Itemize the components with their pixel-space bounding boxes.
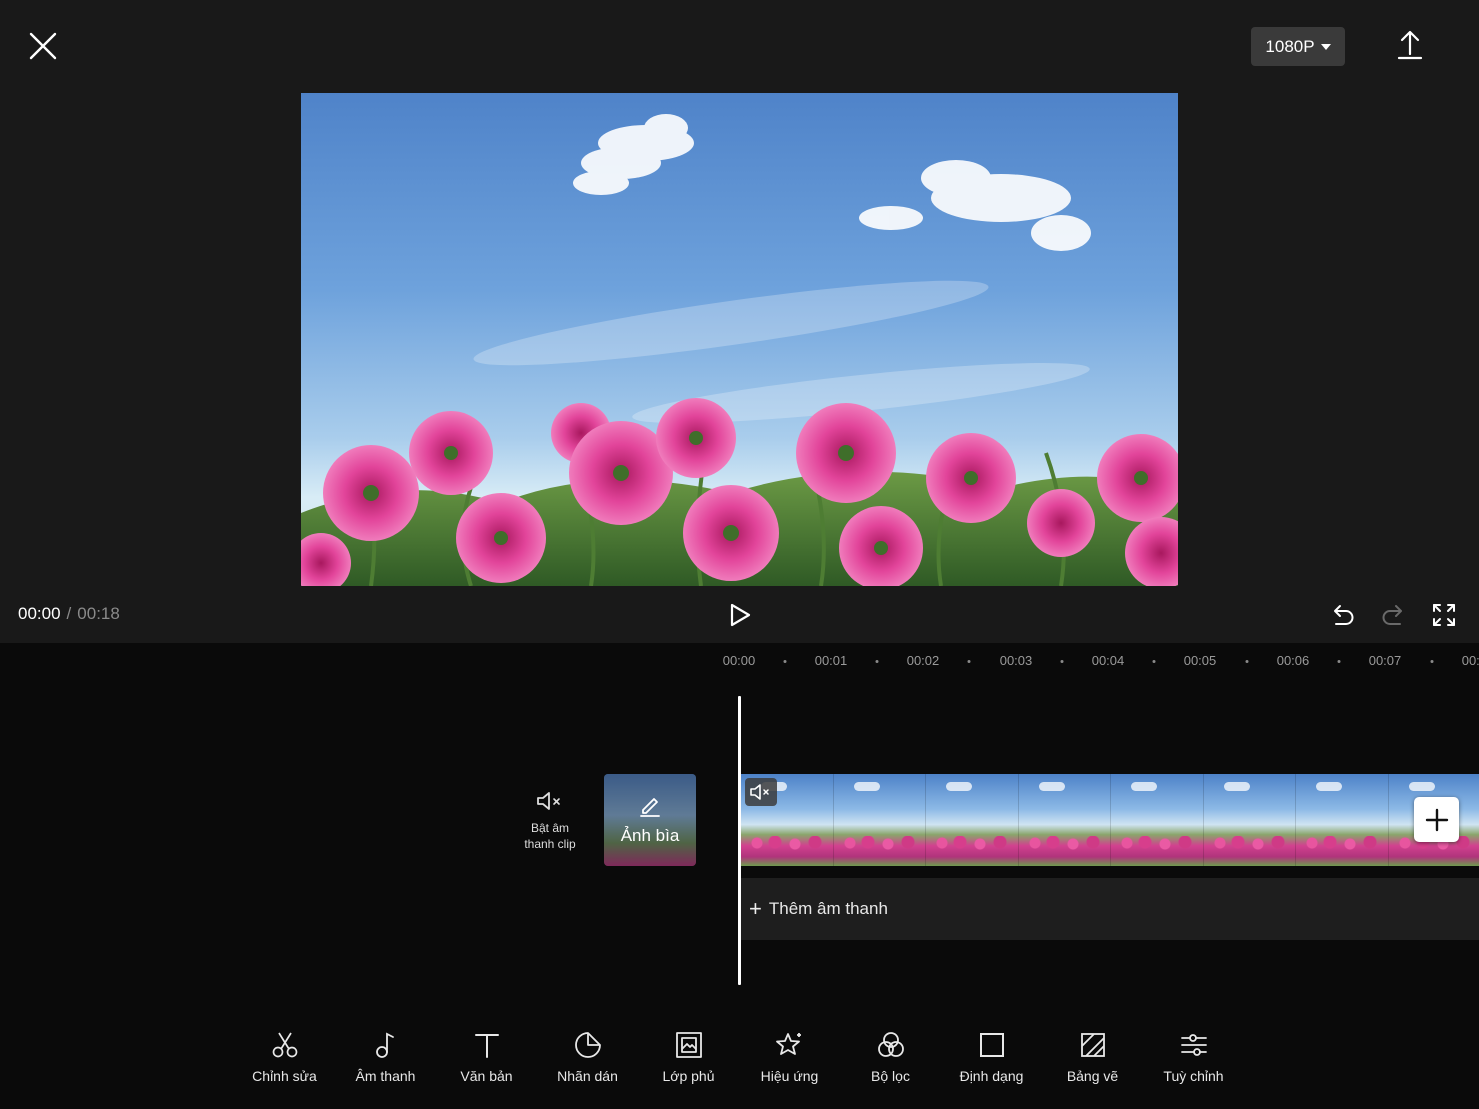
effects-star-icon	[775, 1033, 801, 1055]
export-button[interactable]	[1394, 28, 1426, 62]
close-icon	[29, 32, 57, 60]
cover-image-button[interactable]: Ảnh bìa	[604, 774, 696, 866]
format-square-icon	[979, 1033, 1004, 1057]
time-readout: 00:00 / 00:18	[18, 604, 120, 624]
redo-button[interactable]	[1379, 601, 1407, 629]
time-separator: /	[66, 604, 72, 623]
music-note-icon	[375, 1032, 394, 1058]
fullscreen-icon	[1433, 604, 1455, 626]
speaker-muted-icon	[750, 784, 769, 800]
resolution-label: 1080P	[1265, 36, 1315, 56]
mute-clip-audio-button[interactable]: Bật âm thanh clip	[512, 790, 588, 860]
plus-icon	[1425, 808, 1448, 831]
clip-thumbnail	[1111, 774, 1204, 866]
clip-thumbnail	[1018, 774, 1111, 866]
cover-label: Ảnh bìa	[620, 826, 680, 845]
tool-audio[interactable]: Âm thanh	[335, 1030, 436, 1090]
mute-clip-label-line2: thanh clip	[524, 837, 576, 851]
mute-clip-label-line1: Bật âm	[530, 821, 569, 835]
ruler-label: 00:07	[1368, 653, 1402, 668]
tool-label: Tuỳ chỉnh	[1163, 1068, 1224, 1084]
close-button[interactable]	[26, 29, 60, 63]
tool-label: Bộ lọc	[871, 1068, 910, 1084]
undo-icon	[1334, 605, 1354, 625]
tool-label: Hiệu ứng	[760, 1068, 819, 1084]
tool-adjust[interactable]: Tuỳ chỉnh	[1143, 1030, 1244, 1090]
add-audio-label: Thêm âm thanh	[768, 899, 888, 918]
ruler-dot	[1337, 660, 1341, 663]
redo-icon	[1382, 605, 1402, 625]
add-audio-plus: +	[749, 896, 762, 921]
clip-thumbnail	[1296, 774, 1389, 866]
tool-format[interactable]: Định dạng	[941, 1030, 1042, 1090]
undo-button[interactable]	[1329, 601, 1357, 629]
tool-text[interactable]: Văn bản	[436, 1030, 537, 1090]
tool-label: Chỉnh sửa	[252, 1068, 317, 1084]
fullscreen-button[interactable]	[1430, 601, 1458, 629]
tool-sticker[interactable]: Nhãn dán	[537, 1030, 638, 1090]
ruler-dot	[1430, 660, 1434, 663]
tool-label: Âm thanh	[355, 1068, 416, 1084]
ruler-label: 00:06	[1276, 653, 1310, 668]
sticker-icon	[574, 1032, 601, 1058]
play-button[interactable]	[725, 600, 755, 630]
ruler-label: 00:00	[722, 653, 756, 668]
cover-shade	[604, 774, 696, 866]
clip-thumbnail	[1203, 774, 1296, 866]
ruler-dot	[967, 660, 971, 663]
canvas-icon	[1080, 1033, 1105, 1057]
overlay-icon	[675, 1032, 702, 1058]
upload-icon	[1397, 30, 1423, 60]
tool-canvas[interactable]: Bảng vẽ	[1042, 1030, 1143, 1090]
ruler-dot	[783, 660, 787, 663]
current-time: 00:00	[18, 604, 61, 623]
ruler-label: 00:05	[1183, 653, 1217, 668]
tool-label: Nhãn dán	[557, 1068, 618, 1084]
play-icon	[730, 603, 751, 627]
ruler-dot	[1152, 660, 1156, 663]
ruler-label: 00:02	[906, 653, 940, 668]
preview-image	[301, 114, 1178, 586]
total-time: 00:18	[77, 604, 120, 623]
caret-down-icon	[1320, 43, 1331, 50]
tool-filter[interactable]: Bộ lọc	[840, 1030, 941, 1090]
ruler-label: 00:08	[1461, 653, 1479, 668]
track-mute-badge[interactable]	[745, 778, 777, 806]
scissors-icon	[272, 1032, 297, 1058]
playhead[interactable]	[738, 696, 741, 985]
tool-label: Bảng vẽ	[1066, 1068, 1119, 1084]
add-clip-button[interactable]	[1414, 797, 1459, 842]
add-audio-button[interactable]: + Thêm âm thanh	[741, 878, 1479, 940]
text-icon	[474, 1034, 499, 1058]
bottom-toolbar: Chỉnh sửa Âm thanh Văn bản Nhãn dán Lớp …	[234, 1030, 1244, 1090]
adjust-sliders-icon	[1180, 1034, 1207, 1056]
clip-thumbnail	[833, 774, 926, 866]
tool-label: Định dạng	[959, 1068, 1024, 1084]
ruler-dot	[1060, 660, 1064, 663]
clip-thumbnail	[926, 774, 1019, 866]
timeline-ruler[interactable]: 00:00 00:01 00:02 00:03 00:04 00:05 00:0…	[0, 648, 1479, 674]
ruler-label: 00:03	[999, 653, 1033, 668]
ruler-dot	[875, 660, 879, 663]
pencil-edit-icon	[640, 798, 660, 817]
filter-icon	[877, 1032, 904, 1057]
video-preview[interactable]	[301, 93, 1178, 586]
tool-label: Văn bản	[460, 1068, 513, 1084]
ruler-label: 00:01	[814, 653, 848, 668]
tool-effects[interactable]: Hiệu ứng	[739, 1030, 840, 1090]
tool-label: Lớp phủ	[662, 1068, 715, 1084]
tool-edit[interactable]: Chỉnh sửa	[234, 1030, 335, 1090]
speaker-muted-icon	[537, 792, 560, 810]
video-clip-track[interactable]	[741, 774, 1479, 866]
ruler-label: 00:04	[1091, 653, 1125, 668]
ruler-dot	[1245, 660, 1249, 663]
resolution-dropdown[interactable]: 1080P	[1251, 27, 1345, 66]
tool-overlay[interactable]: Lớp phủ	[638, 1030, 739, 1090]
